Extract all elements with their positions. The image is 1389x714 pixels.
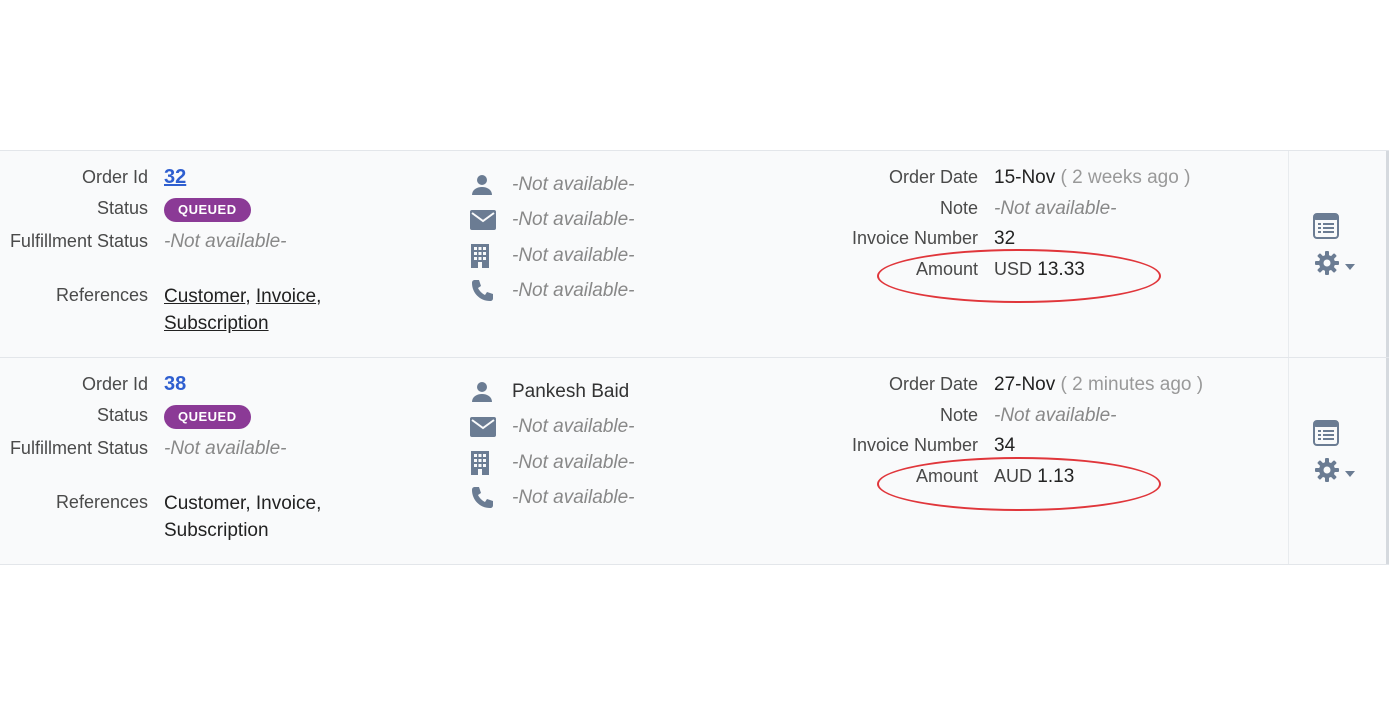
amount-annotation-ellipse [877, 249, 1161, 303]
person-icon [470, 171, 502, 199]
status-label: Status [96, 405, 148, 425]
fulfillment-status-value: -Not available- [164, 231, 287, 252]
list-view-icon[interactable] [1313, 420, 1339, 451]
note-label: Note [939, 197, 978, 218]
amount-annotation-ellipse [877, 457, 1161, 511]
reference-invoice-link[interactable]: Invoice [256, 286, 316, 307]
order-id-label: Order Id [81, 167, 148, 187]
contact-company: -Not available- [512, 451, 635, 473]
reference-customer-link[interactable]: Customer [164, 286, 245, 307]
order-row: Order Id 32 Status QUEUED Fulfillment St… [0, 150, 1389, 357]
references-value: Customer, Invoice, Subscription [164, 286, 322, 334]
contact-phone: -Not available- [512, 280, 635, 302]
row-actions [1288, 358, 1387, 564]
contact-info: -Not available- -Not available- -Not ava… [470, 167, 770, 309]
fulfillment-status-label: Fulfillment Status [9, 231, 148, 251]
references-label: References [55, 492, 148, 512]
order-date-label: Order Date [888, 374, 978, 394]
person-icon [470, 378, 502, 406]
contact-name: -Not available- [512, 173, 635, 195]
status-label: Status [96, 198, 148, 218]
gear-icon [1315, 251, 1339, 280]
status-badge: QUEUED [164, 405, 251, 429]
note-value: -Not available- [994, 197, 1117, 219]
contact-info: Pankesh Baid -Not available- -Not availa… [470, 374, 770, 516]
order-id-link[interactable]: 38 [164, 373, 186, 395]
settings-dropdown[interactable] [1315, 458, 1355, 487]
note-label: Note [939, 404, 978, 425]
building-icon [470, 242, 502, 270]
email-icon [470, 206, 502, 234]
settings-dropdown[interactable] [1315, 251, 1355, 280]
fulfillment-status-label: Fulfillment Status [9, 438, 148, 458]
reference-invoice-link[interactable]: Invoice [256, 493, 316, 514]
reference-customer-link[interactable]: Customer [164, 493, 245, 514]
order-row: Order Id 38 Status QUEUED Fulfillment St… [0, 357, 1389, 565]
status-badge: QUEUED [164, 198, 251, 222]
contact-name: Pankesh Baid [512, 380, 630, 402]
gear-icon [1315, 458, 1339, 487]
list-view-icon[interactable] [1313, 213, 1339, 244]
contact-email: -Not available- [512, 209, 635, 231]
order-date-relative: ( 2 minutes ago ) [1060, 374, 1204, 395]
fulfillment-status-value: -Not available- [164, 438, 287, 459]
order-id-link[interactable]: 32 [164, 166, 186, 188]
order-list: Order Id 32 Status QUEUED Fulfillment St… [0, 150, 1389, 565]
contact-company: -Not available- [512, 244, 635, 266]
order-id-label: Order Id [81, 374, 148, 394]
reference-subscription-link[interactable]: Subscription [164, 520, 269, 541]
order-date-relative: ( 2 weeks ago ) [1060, 167, 1191, 188]
order-date-label: Order Date [888, 167, 978, 187]
caret-down-icon [1345, 464, 1355, 482]
contact-phone: -Not available- [512, 487, 635, 509]
order-summary: Order Id 38 Status QUEUED Fulfillment St… [0, 372, 360, 544]
references-label: References [55, 285, 148, 305]
phone-icon [470, 277, 502, 305]
row-actions [1288, 151, 1387, 357]
order-date-value: 27-Nov [994, 374, 1056, 395]
order-date-value: 15-Nov [994, 167, 1056, 188]
email-icon [470, 413, 502, 441]
contact-email: -Not available- [512, 416, 635, 438]
note-value: -Not available- [994, 404, 1117, 426]
building-icon [470, 449, 502, 477]
reference-subscription-link[interactable]: Subscription [164, 313, 269, 334]
phone-icon [470, 484, 502, 512]
references-value: Customer, Invoice, Subscription [164, 493, 322, 541]
order-summary: Order Id 32 Status QUEUED Fulfillment St… [0, 165, 360, 337]
caret-down-icon [1345, 257, 1355, 275]
